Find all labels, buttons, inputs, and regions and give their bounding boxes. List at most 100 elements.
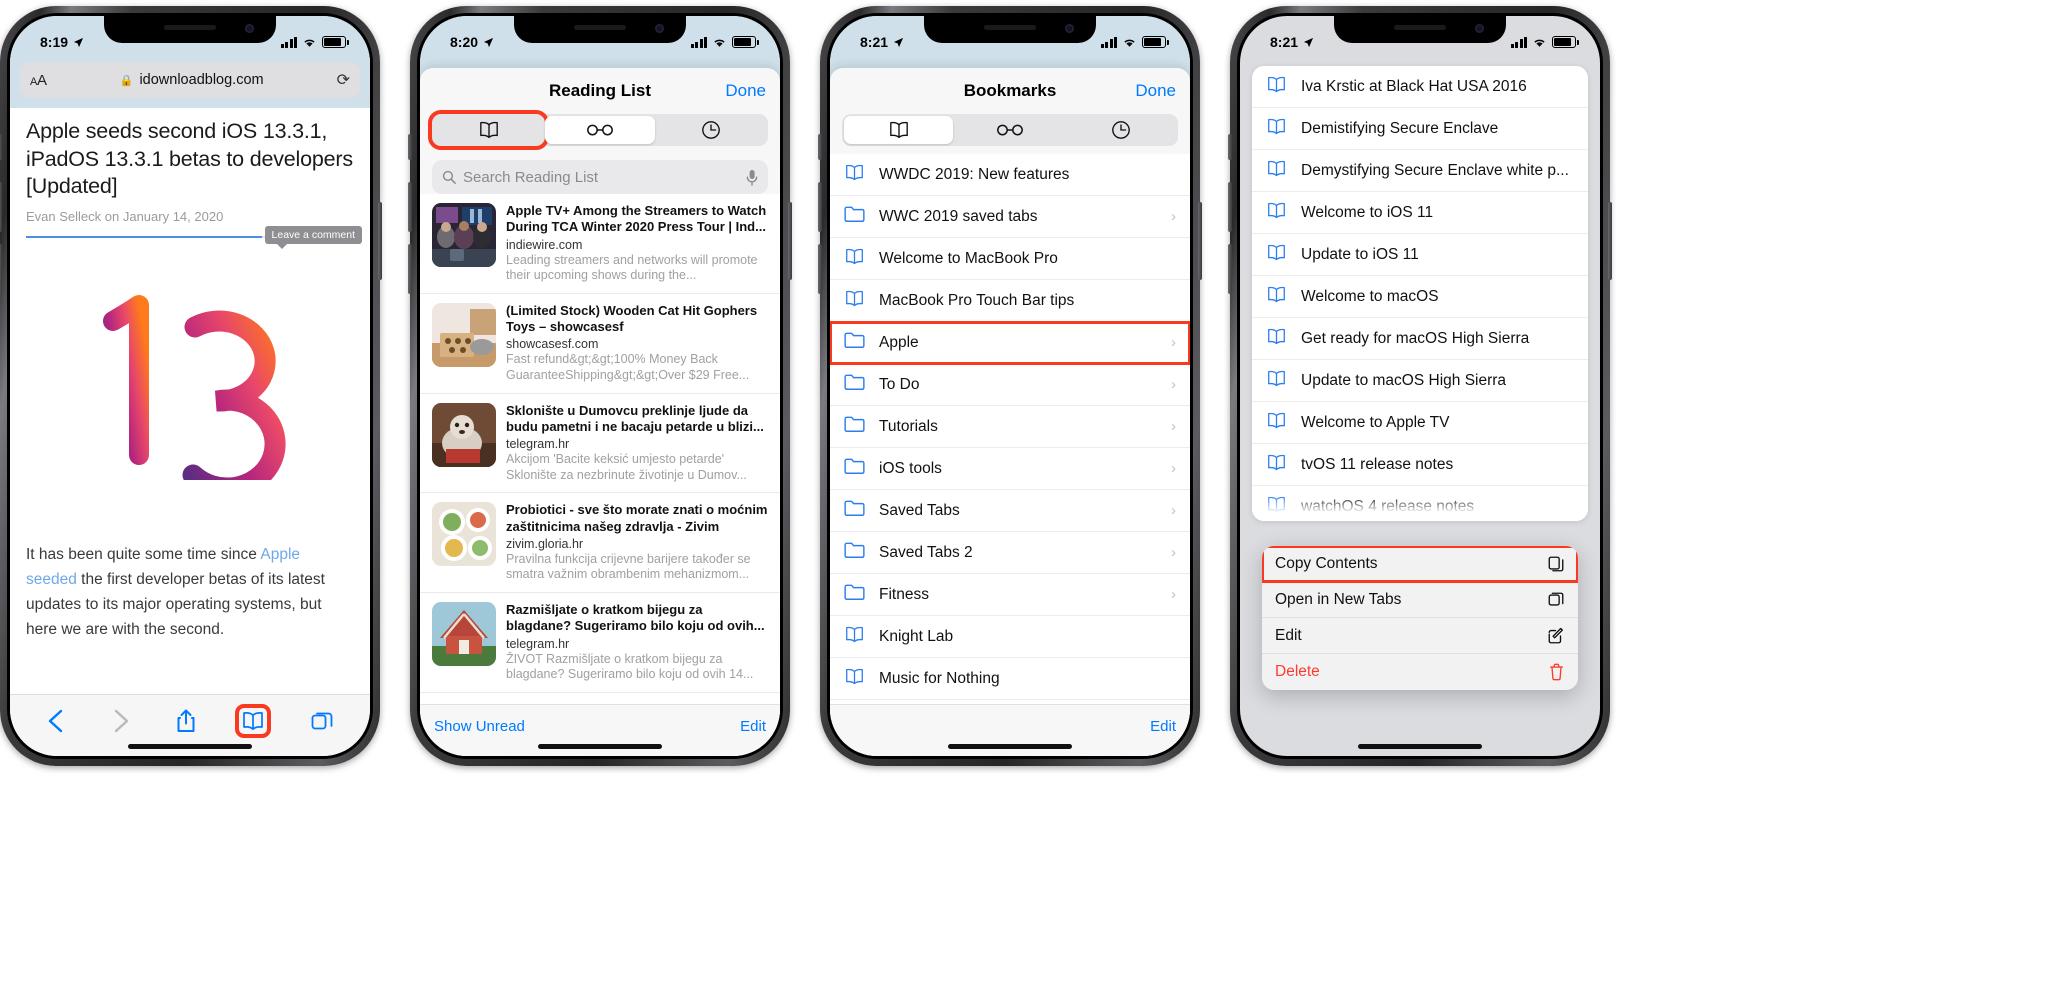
bookmark-label: Saved Tabs: [879, 501, 960, 519]
earpiece-speaker: [164, 25, 216, 30]
volume-down-button[interactable]: [818, 244, 822, 294]
body-text-pre: It has been quite some time since: [26, 545, 261, 563]
volume-down-button[interactable]: [1228, 244, 1232, 294]
glasses-icon: [587, 124, 613, 136]
back-icon[interactable]: [46, 708, 66, 734]
search-input[interactable]: Search Reading List: [432, 160, 768, 194]
bookmark-row[interactable]: WWDC 2019: New features: [830, 154, 1190, 196]
show-unread-button[interactable]: Show Unread: [434, 718, 525, 735]
bookmarks-tab[interactable]: [427, 110, 550, 150]
bookmark-row[interactable]: Saved Tabs 2 ›: [830, 532, 1190, 574]
bookmark-label: tvOS 11 release notes: [1301, 455, 1454, 473]
bookmark-row[interactable]: Get ready for macOS High Sierra: [1252, 318, 1588, 360]
bookmarks-icon[interactable]: [235, 703, 272, 738]
bookmark-row[interactable]: Demistifying Secure Enclave: [1252, 108, 1588, 150]
volume-up-button[interactable]: [818, 182, 822, 232]
bookmark-row[interactable]: MacBook Pro Touch Bar tips: [830, 280, 1190, 322]
bookmark-row[interactable]: tvOS 11 release notes: [1252, 444, 1588, 486]
reading-list-items[interactable]: Apple TV+ Among the Streamers to Watch D…: [420, 194, 780, 704]
book-icon: [1266, 411, 1287, 435]
history-tab[interactable]: [657, 116, 766, 144]
book-icon: [1268, 202, 1285, 218]
context-menu-item[interactable]: Edit: [1262, 618, 1578, 654]
bookmark-row[interactable]: Music for Nothing: [830, 658, 1190, 700]
bookmark-row[interactable]: Update to macOS High Sierra: [1252, 360, 1588, 402]
list-item[interactable]: Sklonište u Dumovcu preklinje ljude da b…: [420, 394, 780, 494]
sheet-header: Reading List Done: [420, 68, 780, 114]
book-icon: [1266, 453, 1287, 477]
power-button[interactable]: [378, 202, 382, 280]
volume-up-button[interactable]: [0, 182, 2, 232]
home-indicator[interactable]: [538, 744, 662, 749]
bookmarks-preview-list[interactable]: Iva Krstic at Black Hat USA 2016 Demistif…: [1252, 66, 1588, 521]
bookmarks-tab[interactable]: [844, 116, 954, 144]
list-item[interactable]: (Limited Stock) Wooden Cat Hit Gophers T…: [420, 294, 780, 394]
forward-icon[interactable]: [111, 708, 131, 734]
context-menu-item[interactable]: Delete: [1262, 654, 1578, 690]
bookmark-row[interactable]: Saved Tabs ›: [830, 490, 1190, 532]
text-size-button[interactable]: AA: [30, 72, 47, 89]
bookmark-row[interactable]: Welcome to macOS: [1252, 276, 1588, 318]
silent-switch[interactable]: [818, 134, 822, 160]
home-indicator[interactable]: [1358, 744, 1482, 749]
silent-switch[interactable]: [1228, 134, 1232, 160]
bookmark-row[interactable]: iOS tools ›: [830, 448, 1190, 490]
wifi-icon: [1124, 39, 1135, 47]
silent-switch[interactable]: [408, 134, 412, 160]
microphone-icon[interactable]: [746, 169, 758, 186]
home-indicator[interactable]: [948, 744, 1072, 749]
bookmark-row[interactable]: Iva Krstic at Black Hat USA 2016: [1252, 66, 1588, 108]
list-item[interactable]: Apple TV+ Among the Streamers to Watch D…: [420, 194, 780, 294]
bookmark-row[interactable]: WWC 2019 saved tabs ›: [830, 196, 1190, 238]
context-menu[interactable]: Copy Contents Open in New Tabs Edit Delete: [1262, 546, 1578, 690]
folder-icon: [844, 541, 865, 564]
share-icon[interactable]: [175, 708, 197, 734]
bookmark-row[interactable]: Welcome to Apple TV: [1252, 402, 1588, 444]
front-camera: [245, 24, 254, 33]
power-button[interactable]: [788, 202, 792, 280]
leave-comment-tooltip[interactable]: Leave a comment: [264, 226, 362, 249]
volume-down-button[interactable]: [408, 244, 412, 294]
power-button[interactable]: [1608, 202, 1612, 280]
chevron-right-icon: ›: [1171, 460, 1176, 477]
item-title: Razmišljate o kratkom bijegu za blagdane…: [506, 602, 765, 634]
battery-icon: [1552, 36, 1579, 48]
history-tab[interactable]: [1067, 116, 1176, 144]
done-button[interactable]: Done: [725, 81, 766, 101]
book-icon: [1268, 118, 1285, 134]
power-button[interactable]: [1198, 202, 1202, 280]
bookmark-row[interactable]: Welcome to MacBook Pro: [830, 238, 1190, 280]
bookmark-row[interactable]: Welcome to iOS 11: [1252, 192, 1588, 234]
edit-button[interactable]: Edit: [1150, 718, 1176, 735]
bookmark-row[interactable]: To Do ›: [830, 364, 1190, 406]
volume-down-button[interactable]: [0, 244, 2, 294]
context-menu-item[interactable]: Open in New Tabs: [1262, 582, 1578, 618]
tabs-icon[interactable]: [310, 709, 334, 733]
volume-up-button[interactable]: [1228, 182, 1232, 232]
reload-icon[interactable]: ⟳: [337, 70, 350, 90]
reading-list-tab[interactable]: [545, 116, 655, 144]
bookmark-row[interactable]: Fitness ›: [830, 574, 1190, 616]
list-item[interactable]: Probiotici - sve što morate znati o moćn…: [420, 493, 780, 593]
volume-up-button[interactable]: [408, 182, 412, 232]
bookmark-row[interactable]: Apple ›: [830, 321, 1190, 365]
bookmark-row[interactable]: Tutorials ›: [830, 406, 1190, 448]
address-bar[interactable]: AA 🔒 idownloadblog.com ⟳: [20, 62, 360, 98]
status-time: 8:21: [860, 34, 889, 50]
silent-switch[interactable]: [0, 134, 2, 160]
clock-icon: [1112, 121, 1131, 139]
list-item[interactable]: Razmišljate o kratkom bijegu za blagdane…: [420, 593, 780, 693]
home-indicator[interactable]: [128, 744, 252, 749]
edit-button[interactable]: Edit: [740, 718, 766, 735]
bookmark-row[interactable]: Knight Lab: [830, 616, 1190, 658]
bookmarks-list[interactable]: WWDC 2019: New features WWC 2019 saved ta…: [830, 154, 1190, 704]
context-menu-item[interactable]: Copy Contents: [1262, 546, 1578, 583]
item-source: zivim.gloria.hr: [506, 536, 584, 551]
bookmark-row[interactable]: Big Apple Buddy: [830, 700, 1190, 704]
bookmark-label: Update to iOS 11: [1301, 245, 1419, 263]
done-button[interactable]: Done: [1135, 81, 1176, 101]
reading-list-tab[interactable]: [955, 116, 1064, 144]
bookmark-row[interactable]: Update to iOS 11: [1252, 234, 1588, 276]
bookmark-label: Welcome to MacBook Pro: [879, 249, 1058, 267]
bookmark-row[interactable]: Demystifying Secure Enclave white p...: [1252, 150, 1588, 192]
